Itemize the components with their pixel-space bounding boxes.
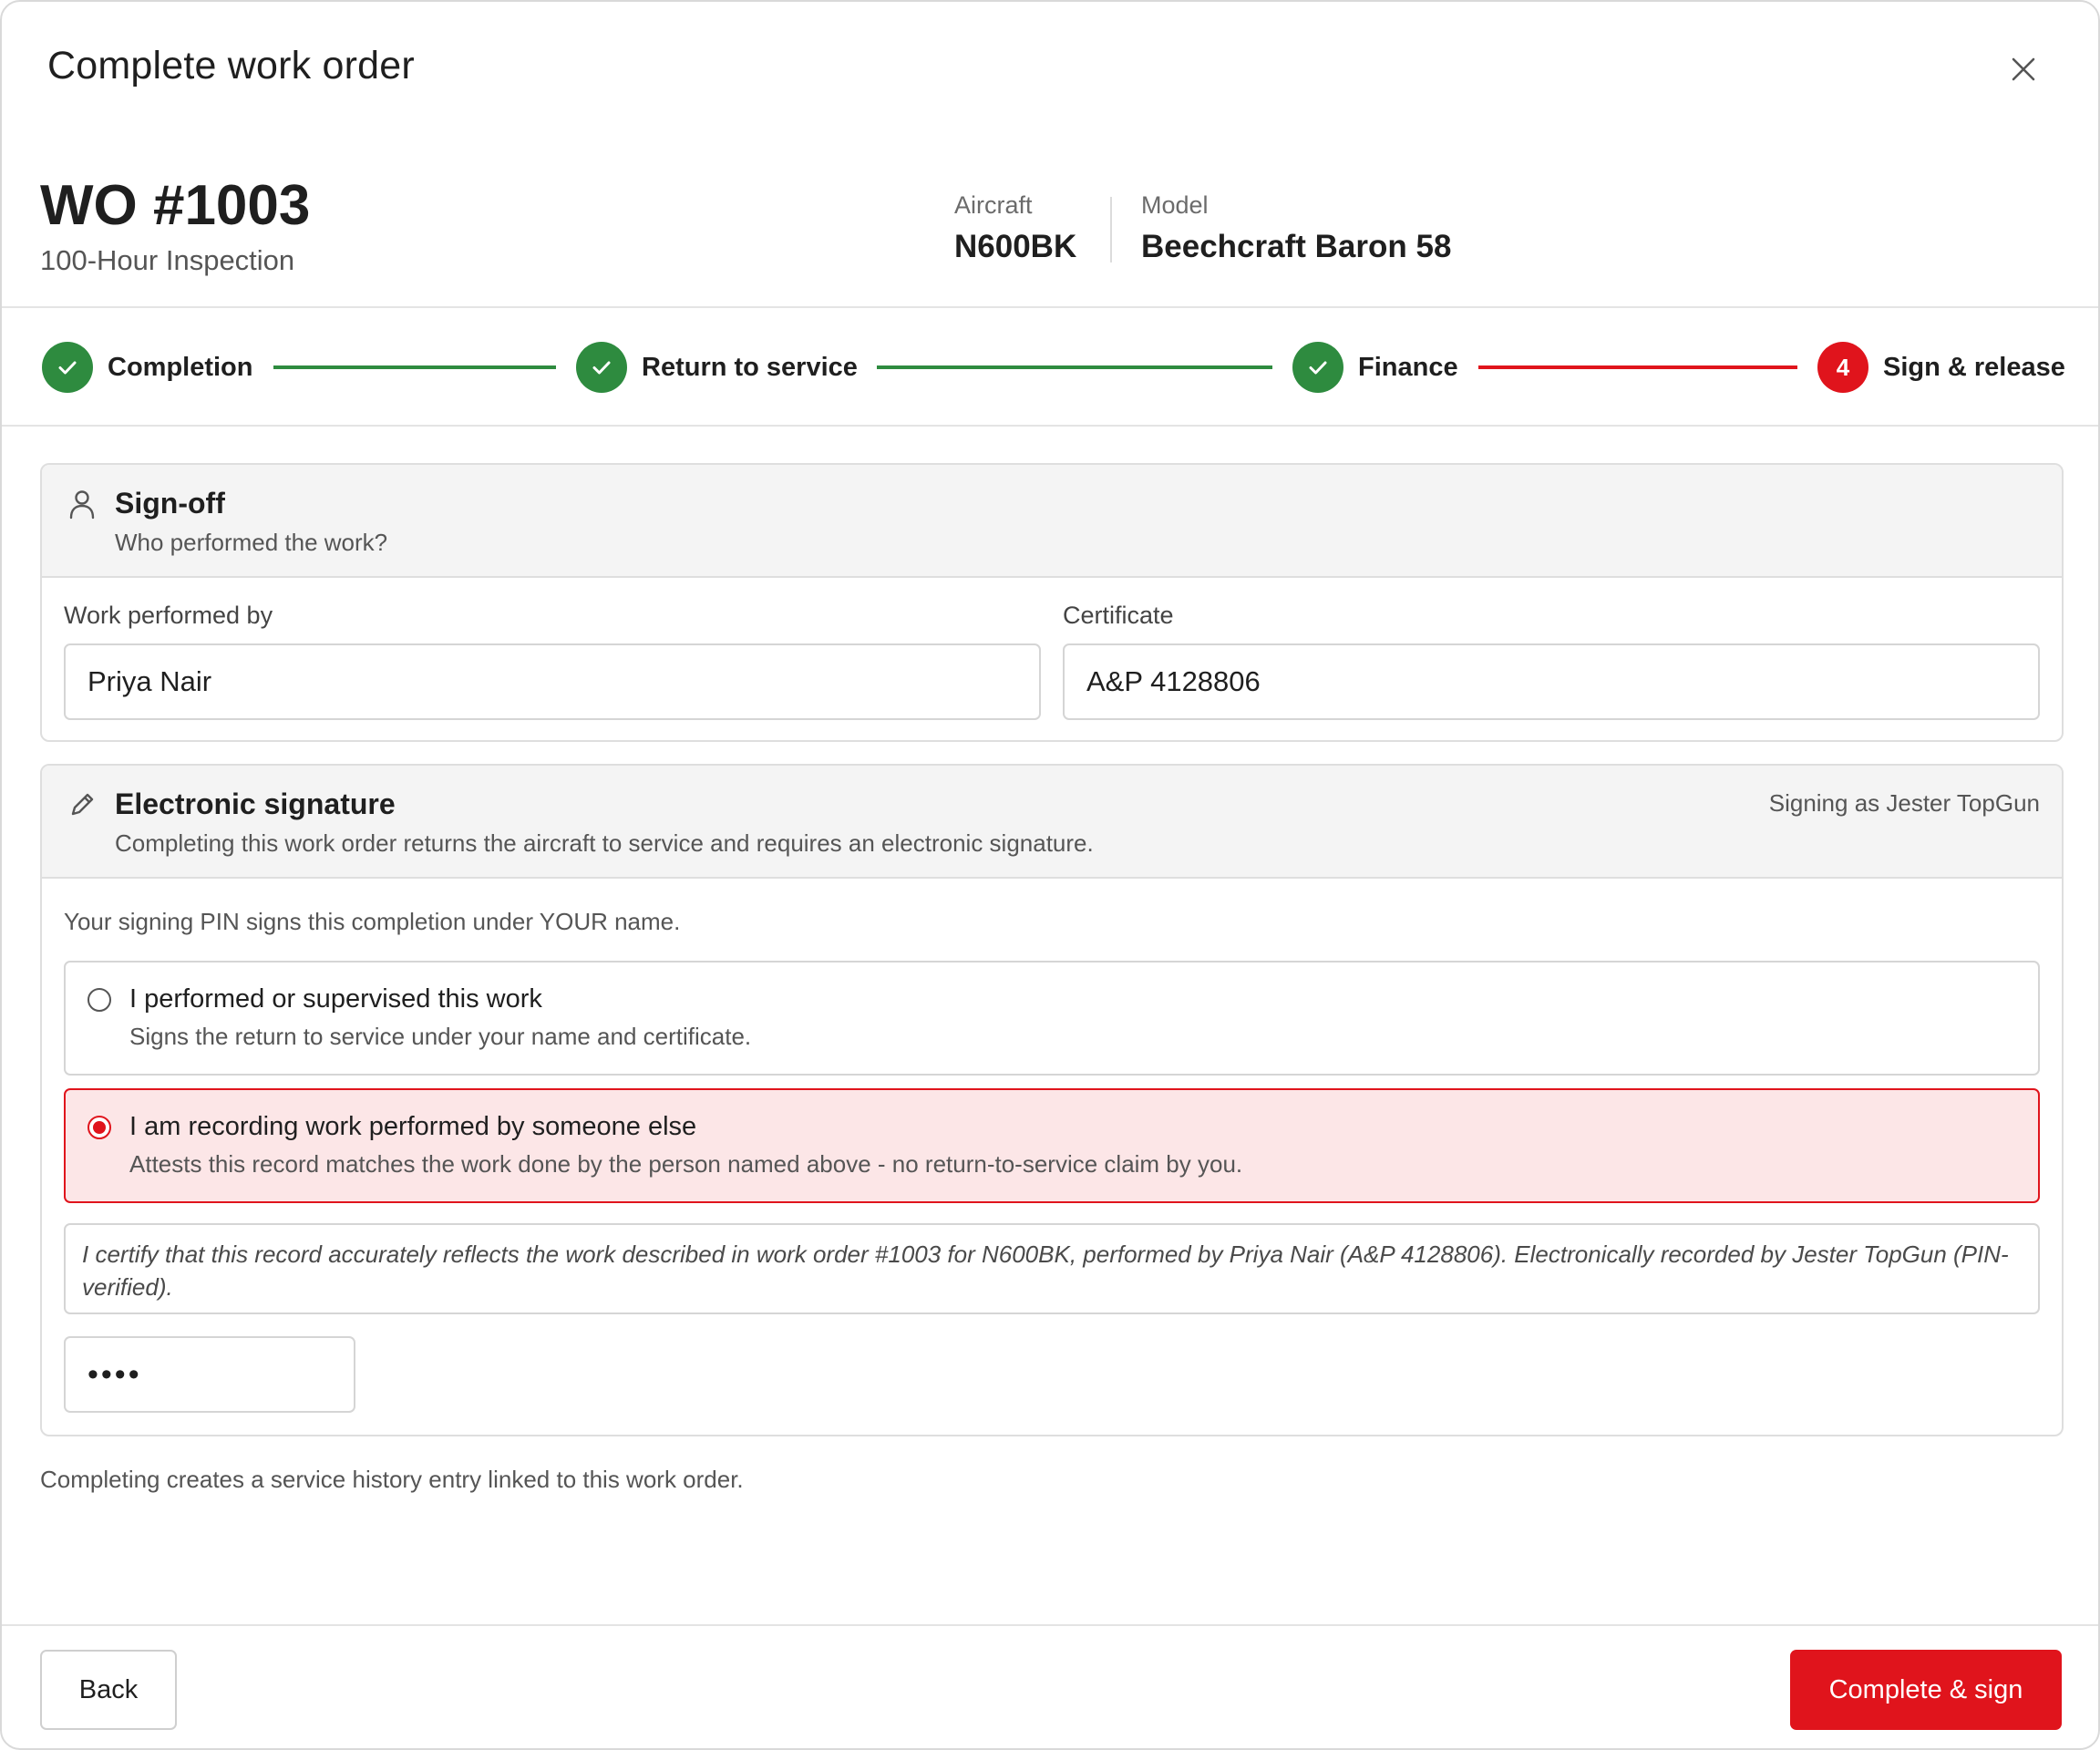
check-icon <box>1309 361 1327 375</box>
radio-button[interactable] <box>88 988 111 1012</box>
complete-and-sign-button[interactable]: Complete & sign <box>1790 1650 2062 1730</box>
step-label: Return to service <box>642 352 858 382</box>
step-return-to-service[interactable]: Return to service <box>576 341 858 394</box>
modal-footer: Back Complete & sign <box>2 1624 2098 1748</box>
pin-input[interactable]: •••• <box>64 1336 355 1413</box>
meta-divider <box>1110 197 1112 262</box>
work-order-number: WO #1003 <box>40 174 311 237</box>
performed-by-label: Work performed by <box>64 602 273 629</box>
modal-title: Complete work order <box>47 44 415 88</box>
pin-note: Your signing PIN signs this completion u… <box>64 908 681 935</box>
sign-off-title: Sign-off <box>115 487 225 520</box>
step-connector <box>877 365 1272 369</box>
step-complete-badge <box>42 342 93 393</box>
model-value: Beechcraft Baron 58 <box>1141 229 1452 264</box>
aircraft-value: N600BK <box>954 229 1077 264</box>
back-button[interactable]: Back <box>40 1650 177 1730</box>
radio-option-performed[interactable]: I performed or supervised this work Sign… <box>64 961 2040 1076</box>
close-icon <box>2012 57 2035 81</box>
step-connector <box>273 365 556 369</box>
work-order-summary: WO #1003 100-Hour Inspection Aircraft N6… <box>2 139 2098 308</box>
step-finance[interactable]: Finance <box>1292 341 1458 394</box>
aircraft-label: Aircraft <box>954 191 1033 219</box>
check-icon <box>58 361 77 375</box>
step-label: Finance <box>1358 352 1458 382</box>
close-button[interactable] <box>2009 55 2038 84</box>
pencil-icon <box>67 789 97 820</box>
user-icon <box>67 489 97 520</box>
radio-option-recording[interactable]: I am recording work performed by someone… <box>64 1088 2040 1203</box>
step-complete-badge <box>1292 342 1343 393</box>
check-icon <box>592 361 611 375</box>
certificate-label: Certificate <box>1063 602 1174 629</box>
step-number-badge: 4 <box>1817 342 1868 393</box>
step-label: Sign & release <box>1883 352 2065 382</box>
radio-button-selected[interactable] <box>88 1116 111 1139</box>
electronic-signature-card: Electronic signature Completing this wor… <box>40 764 2064 1436</box>
radio-option-description: Signs the return to service under your n… <box>129 1023 752 1050</box>
step-complete-badge <box>576 342 627 393</box>
sign-off-header: Sign-off Who performed the work? <box>42 465 2062 578</box>
complete-work-order-modal: Complete work order WO #1003 100-Hour In… <box>0 0 2100 1750</box>
certification-statement: I certify that this record accurately re… <box>64 1223 2040 1314</box>
electronic-signature-subtitle: Completing this work order returns the a… <box>115 829 1094 857</box>
progress-stepper: Completion Return to service Finance 4 S… <box>2 308 2098 427</box>
service-history-note: Completing creates a service history ent… <box>40 1466 744 1493</box>
model-label: Model <box>1141 191 1209 219</box>
radio-option-title: I am recording work performed by someone… <box>129 1112 697 1141</box>
electronic-signature-header: Electronic signature Completing this wor… <box>42 766 2062 879</box>
sign-off-subtitle: Who performed the work? <box>115 529 388 556</box>
step-completion[interactable]: Completion <box>42 341 253 394</box>
signing-as-label: Signing as Jester TopGun <box>1768 789 2040 817</box>
radio-option-title: I performed or supervised this work <box>129 984 542 1014</box>
work-order-type: 100-Hour Inspection <box>40 244 295 276</box>
model-meta: Model Beechcraft Baron 58 <box>1141 191 1451 265</box>
certificate-input[interactable]: A&P 4128806 <box>1063 643 2040 720</box>
radio-option-description: Attests this record matches the work don… <box>129 1150 1243 1178</box>
performed-by-input[interactable]: Priya Nair <box>64 643 1041 720</box>
modal-header: Complete work order <box>2 2 2098 139</box>
step-sign-and-release[interactable]: 4 Sign & release <box>1817 341 2065 394</box>
step-label: Completion <box>108 352 253 382</box>
electronic-signature-title: Electronic signature <box>115 788 396 820</box>
aircraft-meta: Aircraft N600BK <box>954 191 1076 265</box>
sign-off-card: Sign-off Who performed the work? Work pe… <box>40 463 2064 742</box>
step-connector <box>1478 365 1797 369</box>
